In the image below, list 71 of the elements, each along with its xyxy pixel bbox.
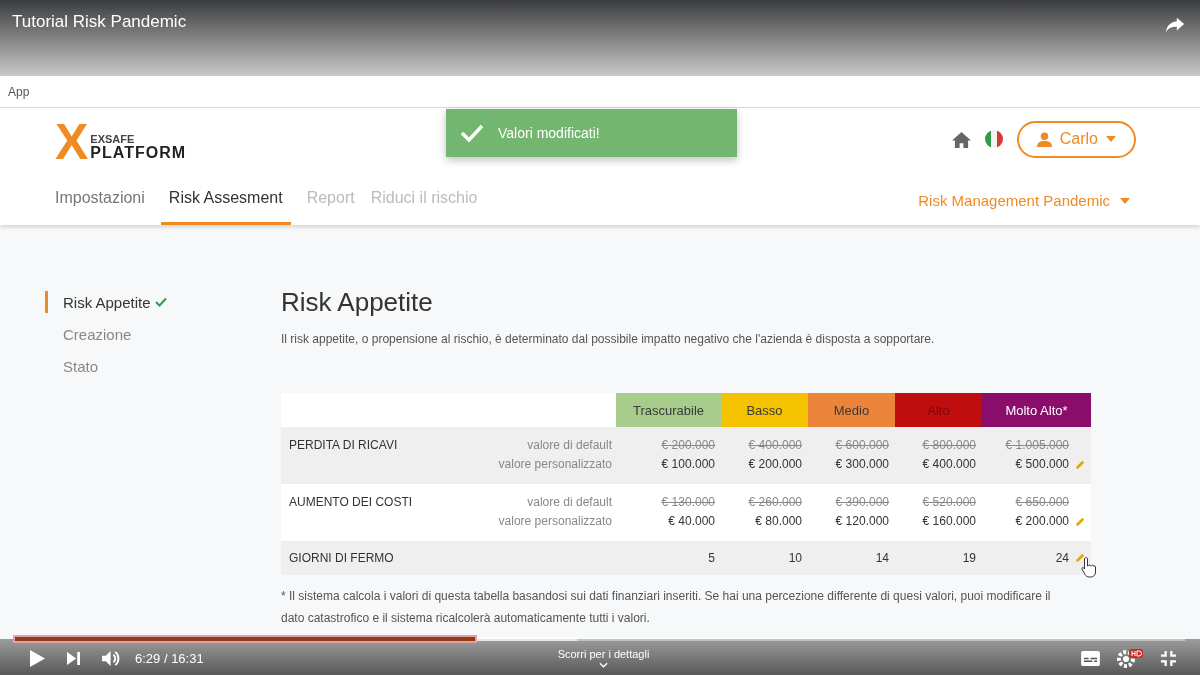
table-cell: € 400.000 [922, 457, 976, 471]
default-value: € 650.000 [1015, 495, 1069, 509]
caret-icon [1106, 136, 1116, 142]
play-icon[interactable] [30, 649, 45, 667]
nav-tab[interactable]: Impostazioni [55, 176, 145, 225]
video-title: Tutorial Risk Pandemic [12, 12, 187, 32]
table-cell: € 500.000 [1015, 457, 1069, 471]
column-header: Medio [808, 393, 895, 427]
column-header: Basso [721, 393, 808, 427]
table-cell: € 100.000 [661, 457, 715, 471]
pencil-icon[interactable] [1075, 552, 1086, 563]
table-cell: 10 [788, 551, 802, 565]
exit-fullscreen-icon[interactable] [1160, 649, 1177, 667]
check-icon [460, 123, 484, 143]
table-cell: 5 [708, 551, 715, 565]
row-sublabel: valore di default [527, 438, 612, 452]
next-icon[interactable] [67, 651, 80, 665]
default-value: € 400.000 [748, 438, 802, 452]
default-value: € 1.005.000 [1005, 438, 1069, 452]
default-value: € 800.000 [922, 438, 976, 452]
scroll-hint[interactable]: Scorri per i dettagli [557, 648, 650, 660]
video-time: 6:29 / 16:31 [135, 650, 204, 666]
default-value: € 600.000 [835, 438, 889, 452]
footnote-text: * Il sistema calcola i valori di questa tabella basandosi sui dati finanziari inseriti. Se hai una percezione differente di quesi valori, puoi modificare il dato catastrofico e il sistema ricalcolerà automaticamente tutti i valori. [281, 588, 1052, 627]
table-cell: € 200.000 [748, 457, 802, 471]
app-label: App [8, 84, 30, 99]
page-heading: Risk Appetite [281, 287, 434, 318]
logo-top-text: EXSAFE [90, 134, 136, 145]
logo-mark: X [55, 122, 89, 162]
row-label: GIORNI DI FERMO [289, 551, 394, 565]
default-value: € 200.000 [661, 438, 715, 452]
table-cell: 24 [1055, 551, 1069, 565]
column-header: Alto [895, 393, 982, 427]
home-icon[interactable] [951, 130, 971, 148]
progress-bar[interactable] [15, 637, 1185, 641]
nav-tab[interactable]: Risk Assesment [160, 176, 291, 225]
logo-bottom-text: PLATFORM [90, 145, 187, 161]
default-value: € 130.000 [661, 495, 715, 509]
sidebar-item[interactable]: Stato [45, 355, 99, 377]
user-menu-button[interactable]: Carlo [1016, 120, 1136, 158]
row-sublabel: valore di default [527, 495, 612, 509]
default-value: € 390.000 [835, 495, 889, 509]
table-cell: € 120.000 [835, 514, 889, 528]
default-value: € 520.000 [922, 495, 976, 509]
table-cell: 19 [962, 551, 976, 565]
default-value: € 260.000 [748, 495, 802, 509]
table-cell: € 40.000 [668, 514, 715, 528]
settings-icon[interactable] [1116, 648, 1144, 668]
user-icon [1036, 131, 1052, 147]
flag-icon[interactable] [984, 130, 1003, 148]
project-dropdown[interactable]: Risk Management Pandemic [912, 176, 1136, 225]
table-cell: € 80.000 [755, 514, 802, 528]
caret-icon [1120, 197, 1130, 204]
success-toast: Valori modificati! [446, 109, 737, 157]
table-cell: 14 [875, 551, 889, 565]
table-cell: € 300.000 [835, 457, 889, 471]
hand-cursor-icon [1081, 556, 1097, 578]
table-cell: € 200.000 [1015, 514, 1069, 528]
sidebar-item[interactable]: Creazione [45, 323, 132, 345]
row-label: AUMENTO DEI COSTI [289, 495, 413, 511]
row-sublabel: valore personalizzato [498, 514, 612, 528]
table-cell: € 160.000 [922, 514, 976, 528]
chevron-down-icon[interactable] [599, 662, 608, 668]
sidebar-item[interactable]: Risk Appetite [45, 291, 167, 313]
column-header: Trascurabile [616, 393, 721, 427]
row-sublabel: valore personalizzato [498, 457, 612, 471]
volume-icon[interactable] [102, 649, 121, 667]
column-header: Molto Alto* [982, 393, 1091, 427]
description-text: Il risk appetite, o propensione al rischio, è determinato dal possibile impatto negativo che l'azienda è disposta a sopportare. [281, 332, 936, 346]
subtitles-icon[interactable] [1081, 650, 1100, 666]
row-label: PERDITA DI RICAVI [289, 438, 398, 454]
